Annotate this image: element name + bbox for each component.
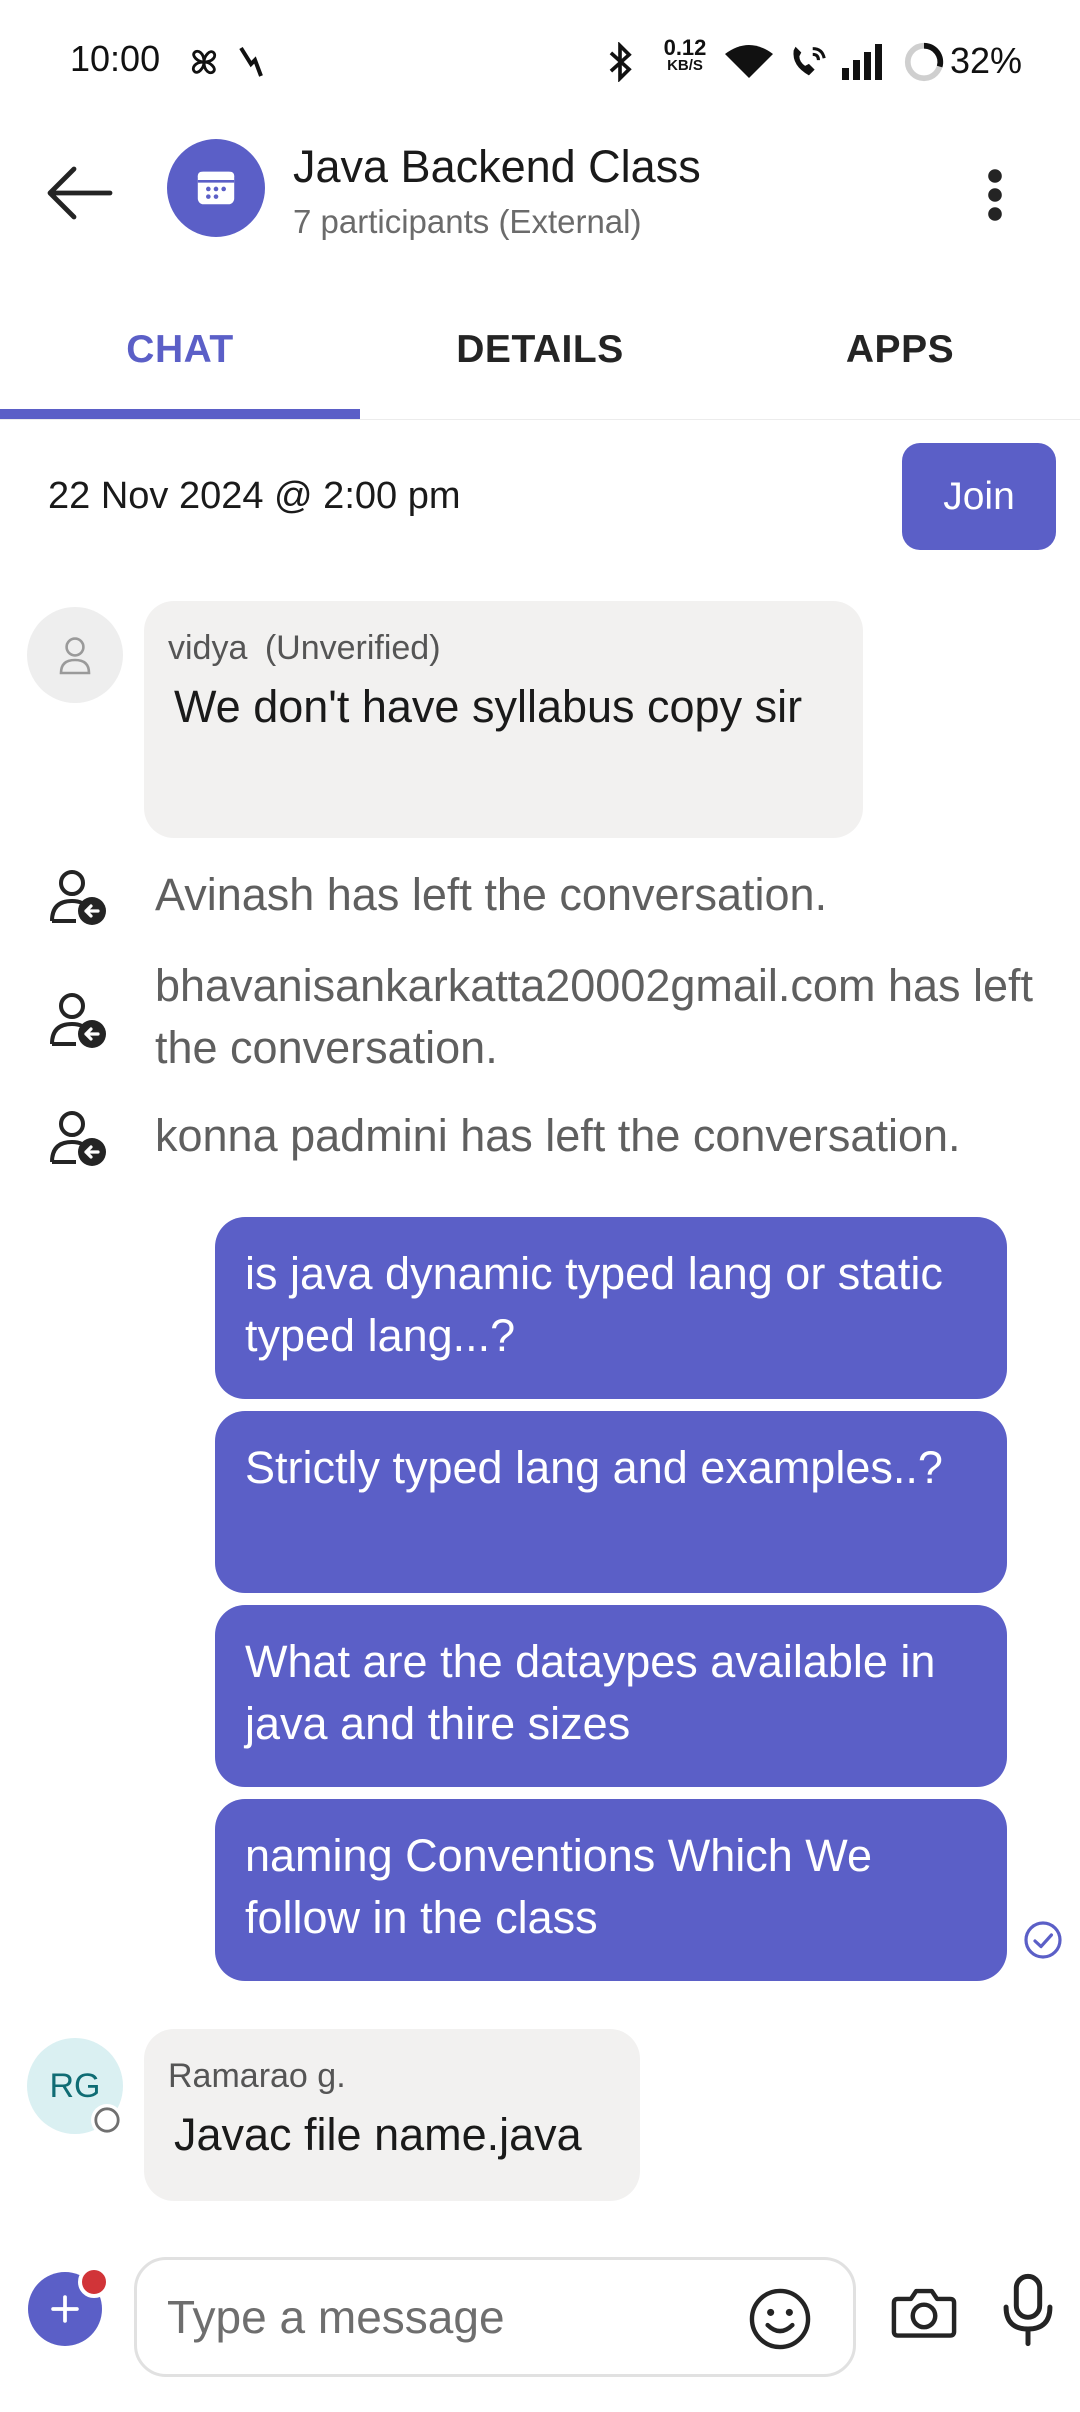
message-text: We don't have syllabus copy sir [174, 681, 803, 732]
person-left-icon [50, 993, 106, 1048]
notification-dot [78, 2266, 110, 2298]
presence-offline-icon [94, 2107, 120, 2133]
system-message-text: Avinash has left the conversation. [155, 869, 828, 920]
chat-header: Java Backend Class 7 participants (Exter… [0, 125, 1080, 255]
message-input[interactable] [167, 2260, 727, 2374]
system-message: konna padmini has left the conversation. [0, 1105, 1080, 1175]
chat-title[interactable]: Java Backend Class [293, 141, 701, 193]
more-options-button[interactable] [960, 155, 1030, 235]
tab-bar: CHAT DETAILS APPS [0, 290, 1080, 420]
tab-details[interactable]: DETAILS [360, 290, 720, 410]
message-box [134, 2257, 856, 2377]
status-time: 10:00 [70, 38, 161, 79]
bluetooth-icon [600, 40, 640, 84]
tab-apps[interactable]: APPS [720, 290, 1080, 410]
message-sender: Ramarao g. [168, 2057, 346, 2095]
presence-status [91, 2104, 123, 2136]
join-button[interactable]: Join [902, 443, 1056, 550]
message-bubble-ramarao[interactable]: Ramarao g. Javac file name.java [144, 2029, 640, 2201]
microphone-icon[interactable] [995, 2272, 1061, 2348]
read-receipt-icon [1024, 1921, 1062, 1959]
message-text: Javac file name.java [174, 2109, 582, 2160]
plus-icon [51, 2295, 79, 2323]
avatar-vidya[interactable] [27, 607, 123, 703]
outgoing-message[interactable]: Strictly typed lang and examples..? [215, 1411, 1007, 1593]
system-message-text: bhavanisankarkatta20002gmail.com has lef… [155, 960, 1034, 1073]
pinwheel-icon [182, 40, 226, 84]
person-left-icon [50, 870, 106, 925]
person-left-icon [50, 1111, 106, 1166]
net-speed: 0.12 KB/S [663, 35, 707, 74]
participant-count[interactable]: 7 participants (External) [293, 203, 641, 241]
calendar-icon [197, 171, 235, 205]
wifi-icon [722, 40, 776, 84]
outgoing-message[interactable]: is java dynamic typed lang or static typ… [215, 1217, 1007, 1399]
person-icon [59, 637, 91, 675]
battery-percent: 32% [950, 40, 1023, 81]
active-tab-indicator [0, 409, 360, 419]
system-message: bhavanisankarkatta20002gmail.com has lef… [0, 955, 1080, 1085]
back-button[interactable] [40, 153, 120, 233]
battery-ring-icon [902, 40, 946, 84]
emoji-icon[interactable] [747, 2286, 813, 2352]
message-composer [0, 2240, 1080, 2412]
avatar-initials: RG [49, 2066, 101, 2105]
outgoing-message[interactable]: What are the dataypes available in java … [215, 1605, 1007, 1787]
message-bubble-vidya[interactable]: vidya (Unverified) We don't have syllabu… [144, 601, 863, 838]
meeting-datetime: 22 Nov 2024 @ 2:00 pm [48, 475, 461, 517]
signal-slash-icon [236, 40, 266, 84]
tab-chat[interactable]: CHAT [0, 290, 360, 410]
status-bar: 10:00 0.12 KB/S 32% [0, 0, 1080, 125]
arrow-left-icon [47, 166, 113, 220]
cell-signal-icon [838, 40, 886, 84]
more-vertical-icon [988, 169, 1002, 221]
camera-icon[interactable] [890, 2280, 958, 2344]
system-message: Avinash has left the conversation. [0, 864, 1080, 934]
message-sender: vidya (Unverified) [168, 629, 441, 667]
wifi-call-icon [784, 40, 830, 84]
group-avatar[interactable] [167, 139, 265, 237]
outgoing-message[interactable]: naming Conventions Which We follow in th… [215, 1799, 1007, 1981]
system-message-text: konna padmini has left the conversation. [155, 1110, 961, 1161]
